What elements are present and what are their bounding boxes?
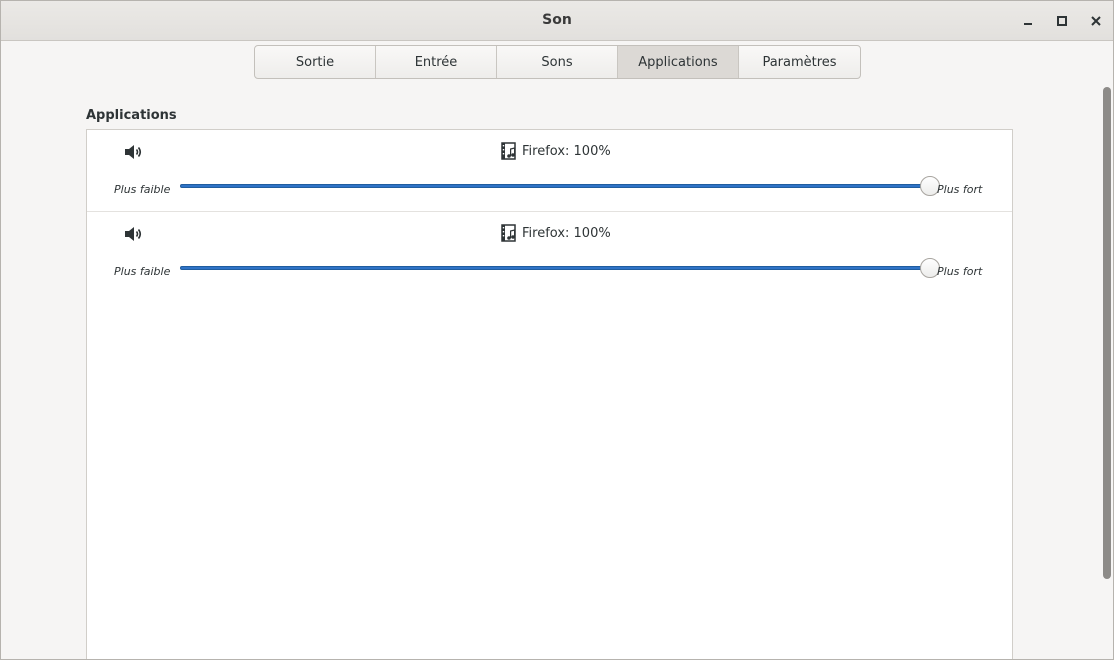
maximize-icon xyxy=(1057,16,1067,26)
applications-list: Firefox: 100% Plus faible Plus fort Fire… xyxy=(86,129,1013,659)
tab-applications[interactable]: Applications xyxy=(618,46,739,78)
app-row: Firefox: 100% Plus faible Plus fort xyxy=(87,212,1012,294)
min-volume-label: Plus faible xyxy=(114,183,171,196)
tab-sons[interactable]: Sons xyxy=(497,46,618,78)
volume-slider[interactable] xyxy=(180,175,940,197)
app-name: Firefox: 100% xyxy=(522,143,611,159)
tab-label: Paramètres xyxy=(762,54,837,70)
window-title: Son xyxy=(542,12,572,28)
app-row: Firefox: 100% Plus faible Plus fort xyxy=(87,130,1012,212)
max-volume-label: Plus fort xyxy=(937,265,983,278)
tab-label: Sortie xyxy=(295,54,335,70)
sound-window: Son Sortie Entrée Sons Applications Para… xyxy=(0,0,1114,660)
film-music-icon xyxy=(501,142,516,160)
tab-label: Applications xyxy=(638,54,718,70)
close-icon xyxy=(1091,16,1101,26)
titlebar[interactable]: Son xyxy=(1,1,1113,41)
speaker-icon[interactable] xyxy=(123,143,143,161)
tab-sortie[interactable]: Sortie xyxy=(255,46,376,78)
min-volume-label: Plus faible xyxy=(114,265,171,278)
minimize-button[interactable] xyxy=(1018,11,1038,31)
minimize-icon xyxy=(1024,23,1032,25)
speaker-icon[interactable] xyxy=(123,225,143,243)
app-name: Firefox: 100% xyxy=(522,225,611,241)
max-volume-label: Plus fort xyxy=(937,183,983,196)
tab-parametres[interactable]: Paramètres xyxy=(739,46,860,78)
tab-bar: Sortie Entrée Sons Applications Paramètr… xyxy=(254,45,861,79)
scrollbar[interactable] xyxy=(1100,84,1113,659)
app-label: Firefox: 100% xyxy=(501,224,611,242)
app-label: Firefox: 100% xyxy=(501,142,611,160)
slider-fill xyxy=(180,266,930,270)
maximize-button[interactable] xyxy=(1052,11,1072,31)
slider-fill xyxy=(180,184,930,188)
section-title: Applications xyxy=(86,108,177,123)
close-button[interactable] xyxy=(1086,11,1106,31)
volume-slider[interactable] xyxy=(180,257,940,279)
scrollbar-thumb[interactable] xyxy=(1103,87,1111,579)
film-music-icon xyxy=(501,224,516,242)
tab-entree[interactable]: Entrée xyxy=(376,46,497,78)
tab-label: Entrée xyxy=(414,54,458,70)
tab-label: Sons xyxy=(541,54,573,70)
